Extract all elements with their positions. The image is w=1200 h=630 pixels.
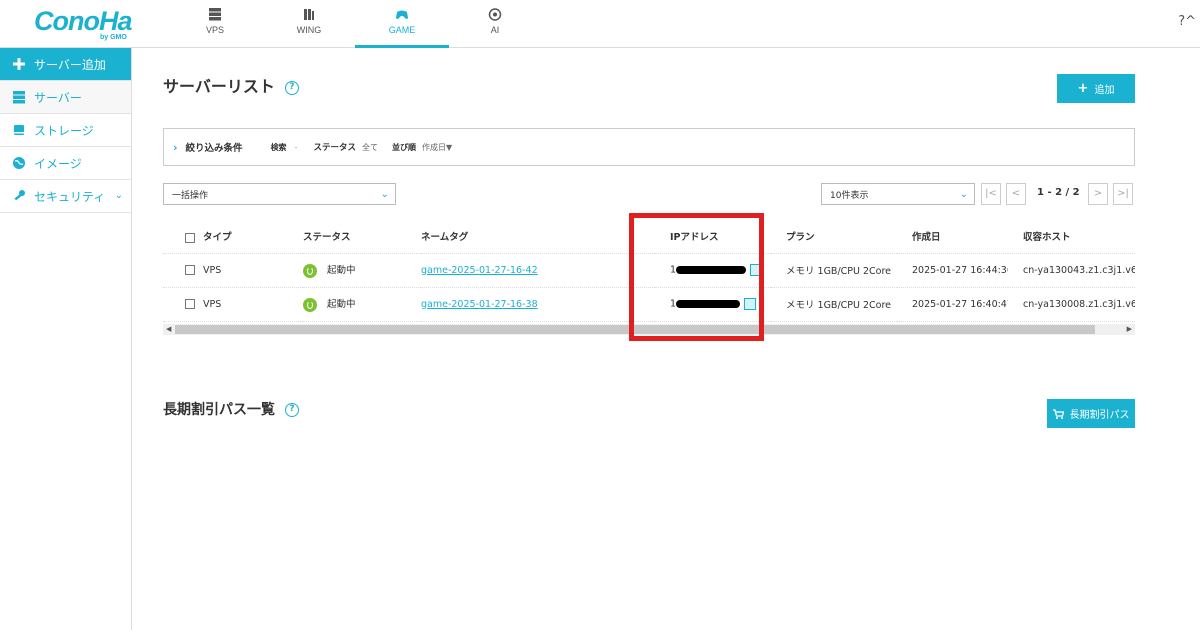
wing-icon <box>304 9 314 20</box>
cell-plan: メモリ 1GB/CPU 2Core <box>771 253 897 288</box>
per-page-select[interactable]: 10件表示 ⌄ <box>821 183 975 205</box>
sidebar-item-image[interactable]: イメージ <box>0 147 131 180</box>
sidebar-item-security[interactable]: セキュリティ ⌄ <box>0 180 131 213</box>
logo-text: ConoHa <box>34 6 132 36</box>
filter-toggle[interactable]: 絞り込み条件 <box>186 140 243 154</box>
power-on-icon <box>303 263 317 278</box>
type-text: VPS <box>203 264 222 276</box>
filter-sort-label: 並び順 <box>391 142 416 152</box>
add-server-button[interactable]: + 追加 <box>1057 74 1135 103</box>
select-all-checkbox[interactable] <box>185 232 195 243</box>
last-page-button[interactable]: >| <box>1113 183 1133 205</box>
cell-nametag: game-2025-01-27-16-38 <box>421 287 655 322</box>
scroll-left-icon[interactable]: ◀ <box>166 324 171 335</box>
discount-pass-title-text: 長期割引パス一覧 <box>163 402 275 418</box>
sidebar-item-label: ストレージ <box>34 123 94 138</box>
tab-label: AI <box>490 25 500 35</box>
plus-icon <box>13 58 25 70</box>
conoha-logo[interactable]: ConoHa by GMO <box>34 6 134 42</box>
first-page-button[interactable]: |< <box>981 183 1001 205</box>
tab-label: WING <box>296 25 322 35</box>
bulk-action-value: 一括操作 <box>172 190 209 201</box>
sidebar-item-storage[interactable]: ストレージ <box>0 114 131 147</box>
tab-game[interactable]: GAME <box>355 0 449 48</box>
sidebar-item-label: サーバー追加 <box>34 57 106 72</box>
pagination-text: 1 - 2 / 2 <box>1037 187 1080 198</box>
filter-bar: › 絞り込み条件 検索 - ステータス 全て 並び順 作成日▼ <box>163 128 1135 166</box>
storage-icon <box>14 125 24 135</box>
sidebar-item-label: サーバー <box>34 90 82 105</box>
status-text: 起動中 <box>327 299 356 311</box>
power-on-icon <box>303 297 317 312</box>
ip-address-highlight-box <box>629 213 764 341</box>
header-status[interactable]: ステータス <box>303 220 421 254</box>
add-button-label: 追加 <box>1094 85 1115 96</box>
key-icon <box>14 190 25 201</box>
sidebar-item-label: イメージ <box>34 156 82 171</box>
chevron-right-icon[interactable]: › <box>173 141 178 154</box>
cell-type: VPS <box>163 253 303 288</box>
header-created[interactable]: 作成日 <box>897 220 1008 254</box>
cell-created: 2025-01-27 16:44:36 <box>897 253 1008 288</box>
help-icon[interactable]: ? <box>284 80 299 95</box>
help-icon[interactable]: ? <box>285 403 299 417</box>
row-checkbox[interactable] <box>185 299 195 309</box>
chevron-down-icon: ⌄ <box>114 190 123 201</box>
header-host[interactable]: 収容ホスト <box>1008 220 1135 254</box>
filter-status-value[interactable]: 全て <box>362 142 378 153</box>
sidebar-item-add-server[interactable]: サーバー追加 <box>0 48 131 81</box>
per-page-value: 10件表示 <box>830 190 869 201</box>
filter-status-label: ステータス <box>313 143 356 153</box>
ai-icon <box>488 8 502 21</box>
sidebar-item-label: セキュリティ <box>34 189 106 204</box>
cell-plan: メモリ 1GB/CPU 2Core <box>771 287 897 322</box>
cell-type: VPS <box>163 287 303 322</box>
cell-nametag: game-2025-01-27-16-42 <box>421 253 655 288</box>
plus-icon: + <box>1077 81 1089 96</box>
page-title: サーバーリスト? <box>163 73 299 97</box>
header-plan[interactable]: プラン <box>771 220 897 254</box>
header-type[interactable]: タイプ <box>163 220 303 254</box>
status-text: 起動中 <box>327 265 356 277</box>
filter-search-label: 検索 <box>270 142 287 152</box>
chevron-down-icon: ⌄ <box>380 189 389 200</box>
chevron-down-icon: ⌄ <box>959 189 968 200</box>
tab-wing[interactable]: WING <box>262 0 356 48</box>
tab-vps[interactable]: VPS <box>168 0 262 48</box>
globe-icon <box>13 157 25 169</box>
filter-search-value[interactable]: - <box>295 143 298 152</box>
scroll-right-icon[interactable]: ▶ <box>1127 324 1132 335</box>
header-label: タイプ <box>203 232 232 244</box>
sidebar: サーバー追加 サーバー ストレージ イメージ セキュリティ ⌄ <box>0 48 132 630</box>
help-collapse-button[interactable]: ?^ <box>1178 14 1196 29</box>
discount-pass-title: 長期割引パス一覧? <box>163 399 299 419</box>
row-checkbox[interactable] <box>185 265 195 275</box>
filter-sort-value[interactable]: 作成日▼ <box>422 142 452 153</box>
bulk-action-select[interactable]: 一括操作 ⌄ <box>163 183 396 205</box>
discount-pass-button-label: 長期割引パス <box>1069 410 1130 421</box>
header-nametag[interactable]: ネームタグ <box>421 220 655 254</box>
tab-ai[interactable]: AI <box>448 0 542 48</box>
server-icon <box>13 91 25 104</box>
tab-label: VPS <box>205 25 224 35</box>
nametag-link[interactable]: game-2025-01-27-16-42 <box>421 265 538 276</box>
cell-host: cn-ya130043.z1.c3j1.v6 <box>1008 253 1135 288</box>
logo-subtext: by GMO <box>100 34 127 41</box>
discount-pass-button[interactable]: 長期割引パス <box>1047 399 1135 428</box>
cell-status: 起動中 <box>303 287 421 322</box>
sidebar-item-server[interactable]: サーバー <box>0 81 131 114</box>
server-icon <box>209 8 221 21</box>
tab-label: GAME <box>388 25 416 35</box>
top-navigation-bar: ConoHa by GMO VPS WING GAME AI ?^ <box>0 0 1200 48</box>
cell-host: cn-ya130008.z1.c3j1.v6 <box>1008 287 1135 322</box>
nametag-link[interactable]: game-2025-01-27-16-38 <box>421 299 538 310</box>
cell-status: 起動中 <box>303 253 421 288</box>
cart-icon <box>1052 408 1064 419</box>
type-text: VPS <box>203 298 222 310</box>
page-title-text: サーバーリスト <box>163 77 275 96</box>
next-page-button[interactable]: > <box>1088 183 1108 205</box>
cell-created: 2025-01-27 16:40:47 <box>897 287 1008 322</box>
gamepad-icon <box>396 10 408 19</box>
prev-page-button[interactable]: < <box>1006 183 1026 205</box>
